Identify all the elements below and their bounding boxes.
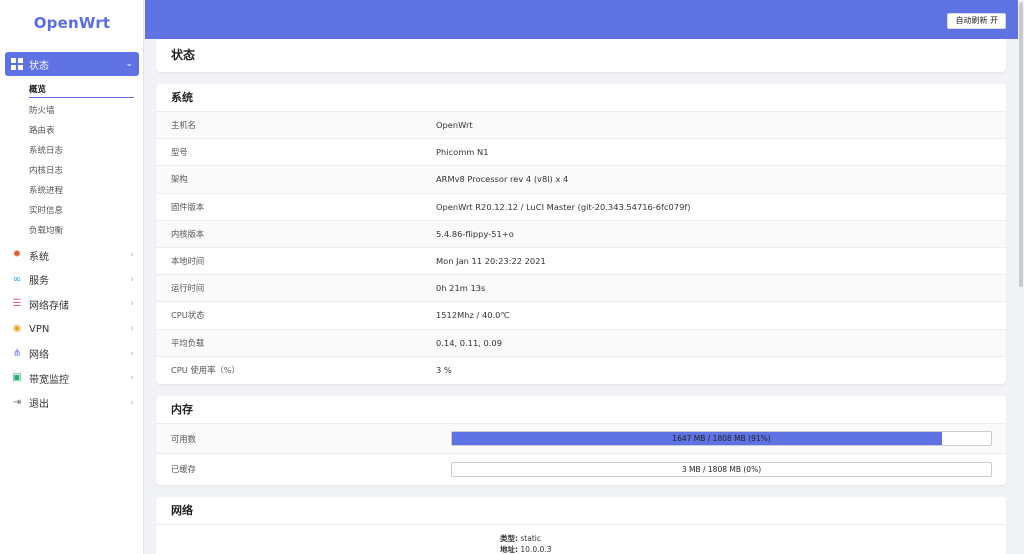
subitem-loadbalance[interactable]: 负载均衡 — [0, 221, 144, 241]
sidebar-item-network[interactable]: ⋔ 网络 › — [0, 341, 144, 366]
table-row: 运行时间 0h 21m 13s — [156, 275, 1006, 303]
chevron-down-icon: ⌄ — [125, 59, 133, 69]
row-key: 已缓存 — [171, 464, 196, 474]
sidebar-item-label: 网络 — [29, 350, 49, 362]
row-value: 5.4.86-flippy-51+o — [436, 228, 514, 239]
dashboard-icon — [11, 58, 23, 70]
sidebar-item-label: 系统 — [29, 251, 49, 263]
sidebar: OpenWrt 状态 ⌄ 概览 防火墙 路由表 系统日志 内核日志 系统进程 实… — [0, 0, 144, 554]
subitem-syslog[interactable]: 系统日志 — [0, 141, 144, 161]
table-row: 主机名 OpenWrt — [156, 112, 1006, 140]
sidebar-item-label: 网络存储 — [29, 300, 69, 312]
sidebar-item-vpn[interactable]: ◉ VPN › — [0, 317, 144, 342]
row-key: 内核版本 — [171, 228, 205, 239]
net-type-value: static — [520, 534, 541, 543]
sidebar-item-bandwidth[interactable]: ▣ 带宽监控 › — [0, 366, 144, 391]
network-card: 网络 类型: static 地址: 10.0.0.3 — [156, 497, 1006, 554]
memory-row-cached: 已缓存 3 MB / 1808 MB (0%) — [156, 454, 1006, 484]
sidebar-item-label: 状态 — [29, 60, 49, 72]
row-value: OpenWrt — [436, 120, 473, 131]
chevron-right-icon: › — [130, 324, 134, 335]
subitem-routes[interactable]: 路由表 — [0, 121, 144, 141]
row-value: 3 % — [436, 365, 452, 376]
table-row: CPU 使用率（%） 3 % — [156, 357, 1006, 384]
sidebar-item-services[interactable]: ∞ 服务 › — [0, 268, 144, 293]
row-key: 型号 — [171, 147, 188, 158]
table-row: 型号 Phicomm N1 — [156, 139, 1006, 167]
row-value: ARMv8 Processor rev 4 (v8l) x 4 — [436, 174, 569, 185]
network-icon: ⋔ — [12, 347, 22, 359]
row-value: 1512Mhz / 40.0℃ — [436, 310, 510, 321]
table-row: 内核版本 5.4.86-flippy-51+o — [156, 220, 1006, 248]
scrollbar[interactable] — [1018, 0, 1024, 554]
row-value: 0h 21m 13s — [436, 283, 486, 294]
row-key: 固件版本 — [171, 201, 205, 212]
progress-bar: 1647 MB / 1808 MB (91%) — [451, 431, 992, 446]
table-row: 平均负载 0.14, 0.11, 0.09 — [156, 329, 1006, 357]
page-title: 状态 — [171, 48, 196, 62]
row-value: Mon Jan 11 20:23:22 2021 — [436, 256, 546, 267]
status-submenu: 概览 防火墙 路由表 系统日志 内核日志 系统进程 实时信息 负载均衡 — [0, 80, 144, 241]
sidebar-item-logout[interactable]: ⇥ 退出 › — [0, 391, 144, 416]
progress-label: 1647 MB / 1808 MB (91%) — [672, 434, 771, 443]
row-key: 本地时间 — [171, 256, 205, 267]
memory-card: 内存 可用数 1647 MB / 1808 MB (91%) 已缓存 3 MB … — [156, 396, 1006, 485]
net-addr-value: 10.0.0.3 — [520, 545, 552, 554]
sidebar-item-label: 退出 — [29, 399, 49, 411]
chevron-right-icon: › — [130, 373, 134, 384]
vpn-icon: ◉ — [12, 323, 22, 335]
sidebar-item-system[interactable]: ✹ 系统 › — [0, 243, 144, 268]
network-title: 网络 — [156, 497, 1006, 525]
net-type-key: 类型: — [500, 534, 518, 543]
table-row: 固件版本 OpenWrt R20.12.12 / LuCI Master (git… — [156, 194, 1006, 221]
subitem-kernel-log[interactable]: 内核日志 — [0, 161, 144, 181]
progress-label: 3 MB / 1808 MB (0%) — [681, 464, 762, 474]
subitem-realtime[interactable]: 实时信息 — [0, 201, 144, 221]
progress-bar: 3 MB / 1808 MB (0%) — [451, 461, 992, 477]
monitor-icon: ▣ — [12, 372, 22, 384]
storage-icon: ☰ — [12, 298, 22, 310]
auto-refresh-button[interactable]: 自动刷新 开 — [947, 13, 1006, 29]
row-key: 平均负载 — [171, 337, 205, 348]
sidebar-item-nas[interactable]: ☰ 网络存储 › — [0, 292, 144, 317]
network-info: 类型: static 地址: 10.0.0.3 — [500, 533, 551, 554]
row-key: 运行时间 — [171, 283, 205, 294]
chevron-right-icon: › — [130, 250, 134, 261]
row-key: 主机名 — [171, 120, 196, 131]
system-card: 系统 主机名 OpenWrt 型号 Phicomm N1 架构 ARMv8 Proce… — [156, 84, 1006, 384]
sidebar-menu: 状态 ⌄ 概览 防火墙 路由表 系统日志 内核日志 系统进程 实时信息 负载均衡… — [0, 52, 144, 415]
memory-row-available: 可用数 1647 MB / 1808 MB (91%) — [156, 424, 1006, 454]
row-value: 0.14, 0.11, 0.09 — [436, 337, 502, 348]
net-addr-key: 地址: — [500, 545, 518, 554]
logout-icon: ⇥ — [12, 396, 22, 408]
table-row: 本地时间 Mon Jan 11 20:23:22 2021 — [156, 248, 1006, 276]
memory-title: 内存 — [156, 396, 1006, 424]
link-icon: ∞ — [12, 273, 22, 285]
sidebar-item-status[interactable]: 状态 ⌄ — [5, 52, 139, 76]
row-key: 可用数 — [171, 433, 196, 444]
brand-logo: OpenWrt — [33, 14, 111, 32]
row-key: 架构 — [171, 174, 188, 185]
row-key: CPU 使用率（%） — [171, 365, 240, 376]
table-row: CPU状态 1512Mhz / 40.0℃ — [156, 302, 1006, 330]
chevron-right-icon: › — [130, 348, 134, 359]
page-title-card: 状态 — [156, 39, 1006, 72]
subitem-firewall[interactable]: 防火墙 — [0, 101, 144, 121]
system-title: 系统 — [156, 84, 1006, 112]
chevron-right-icon: › — [130, 299, 134, 310]
sidebar-item-label: VPN — [29, 323, 50, 335]
row-value: OpenWrt R20.12.12 / LuCI Master (git-20.… — [436, 201, 691, 212]
table-row: 架构 ARMv8 Processor rev 4 (v8l) x 4 — [156, 166, 1006, 194]
header-band: 自动刷新 开 — [145, 0, 1024, 39]
subitem-processes[interactable]: 系统进程 — [0, 181, 144, 201]
gear-icon: ✹ — [12, 249, 22, 261]
sidebar-item-label: 带宽监控 — [29, 374, 69, 386]
chevron-right-icon: › — [130, 397, 134, 408]
chevron-right-icon: › — [130, 274, 134, 285]
system-table: 主机名 OpenWrt 型号 Phicomm N1 架构 ARMv8 Processo… — [156, 112, 1006, 384]
sidebar-item-label: 服务 — [29, 276, 49, 288]
scrollbar-thumb[interactable] — [1019, 2, 1023, 287]
row-value: Phicomm N1 — [436, 147, 489, 158]
row-key: CPU状态 — [171, 310, 205, 321]
